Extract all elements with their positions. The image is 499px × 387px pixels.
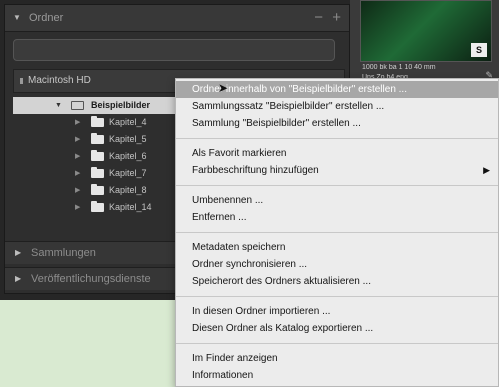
folder-label: Kapitel_14: [109, 202, 152, 212]
folders-panel-header[interactable]: ▼ Ordner − +: [5, 5, 349, 32]
menu-item-mark-favorite[interactable]: Als Favorit markieren: [176, 145, 498, 162]
menu-item-label: Metadaten speichern: [192, 242, 286, 253]
collapsed-triangle-icon[interactable]: ▶: [75, 199, 80, 216]
collapsed-triangle-icon[interactable]: ▶: [75, 182, 80, 199]
menu-item-label: Farbbeschriftung hinzufügen: [192, 165, 319, 176]
menu-item-remove[interactable]: Entfernen ...: [176, 209, 498, 226]
folder-icon: [91, 201, 104, 212]
folder-label: Kapitel_8: [109, 185, 147, 195]
mouse-cursor-icon: ➤: [218, 81, 229, 95]
section-label: Veröffentlichungsdienste: [31, 273, 151, 285]
volume-label: Macintosh HD: [28, 75, 91, 86]
menu-separator: [176, 185, 498, 186]
folder-label: Kapitel_7: [109, 168, 147, 178]
folder-icon: [91, 184, 104, 195]
folder-search-input[interactable]: [13, 39, 335, 61]
menu-item-information[interactable]: Informationen: [176, 367, 498, 384]
folder-label: Beispielbilder: [91, 100, 151, 110]
menu-item-label: Umbenennen ...: [192, 195, 264, 206]
menu-item-label: Sammlung "Beispielbilder" erstellen ...: [192, 118, 361, 129]
collapsed-triangle-icon[interactable]: ▶: [75, 165, 80, 182]
menu-item-label: Speicherort des Ordners aktualisieren ..…: [192, 276, 371, 287]
menu-item-label: Informationen: [192, 370, 254, 381]
remove-folder-icon[interactable]: −: [314, 5, 323, 31]
folder-icon: [91, 116, 104, 127]
menu-separator: [176, 232, 498, 233]
menu-item-label: In diesen Ordner importieren ...: [192, 306, 331, 317]
thumbnail-info: 1000 bk ba 1 10 40 mm: [362, 64, 436, 71]
thumbnail-badge: S: [471, 43, 487, 57]
folder-label: Kapitel_4: [109, 117, 147, 127]
collapsed-triangle-icon[interactable]: ▶: [15, 242, 21, 264]
folder-icon: [71, 101, 84, 110]
volume-indicator-icon: [20, 78, 23, 84]
menu-item-label: Ordner synchronisieren ...: [192, 259, 308, 270]
menu-item-create-collection-set[interactable]: Sammlungssatz "Beispielbilder" erstellen…: [176, 98, 498, 115]
folder-icon: [91, 133, 104, 144]
add-folder-icon[interactable]: +: [332, 5, 341, 31]
menu-item-label: Entfernen ...: [192, 212, 247, 223]
photo-thumbnail[interactable]: S: [360, 0, 492, 62]
menu-item-label: Sammlungssatz "Beispielbilder" erstellen…: [192, 101, 385, 112]
menu-item-label: Im Finder anzeigen: [192, 353, 278, 364]
menu-item-save-metadata[interactable]: Metadaten speichern: [176, 239, 498, 256]
menu-separator: [176, 296, 498, 297]
menu-item-create-collection[interactable]: Sammlung "Beispielbilder" erstellen ...: [176, 115, 498, 132]
menu-item-synchronize-folder[interactable]: Ordner synchronisieren ...: [176, 256, 498, 273]
menu-item-show-in-finder[interactable]: Im Finder anzeigen: [176, 350, 498, 367]
collapsed-triangle-icon[interactable]: ▶: [15, 268, 21, 290]
menu-item-import-into-folder[interactable]: In diesen Ordner importieren ...: [176, 303, 498, 320]
menu-item-label: Als Favorit markieren: [192, 148, 287, 159]
expanded-triangle-icon[interactable]: ▼: [55, 97, 62, 114]
menu-separator: [176, 138, 498, 139]
menu-item-add-color-label[interactable]: Farbbeschriftung hinzufügen ▶: [176, 162, 498, 179]
menu-item-update-folder-location[interactable]: Speicherort des Ordners aktualisieren ..…: [176, 273, 498, 290]
folder-icon: [91, 150, 104, 161]
folder-context-menu: Ordner innerhalb von "Beispielbilder" er…: [175, 78, 499, 387]
collapse-triangle-icon[interactable]: ▼: [13, 5, 21, 31]
folder-icon: [91, 167, 104, 178]
collapsed-triangle-icon[interactable]: ▶: [75, 114, 80, 131]
menu-item-label: Diesen Ordner als Katalog exportieren ..…: [192, 323, 374, 334]
folders-panel-title: Ordner: [29, 12, 64, 24]
folder-label: Kapitel_5: [109, 134, 147, 144]
folder-label: Kapitel_6: [109, 151, 147, 161]
submenu-arrow-icon: ▶: [483, 165, 490, 175]
collapsed-triangle-icon[interactable]: ▶: [75, 131, 80, 148]
menu-item-rename[interactable]: Umbenennen ...: [176, 192, 498, 209]
section-label: Sammlungen: [31, 247, 96, 259]
collapsed-triangle-icon[interactable]: ▶: [75, 148, 80, 165]
menu-item-export-as-catalog[interactable]: Diesen Ordner als Katalog exportieren ..…: [176, 320, 498, 337]
menu-separator: [176, 343, 498, 344]
